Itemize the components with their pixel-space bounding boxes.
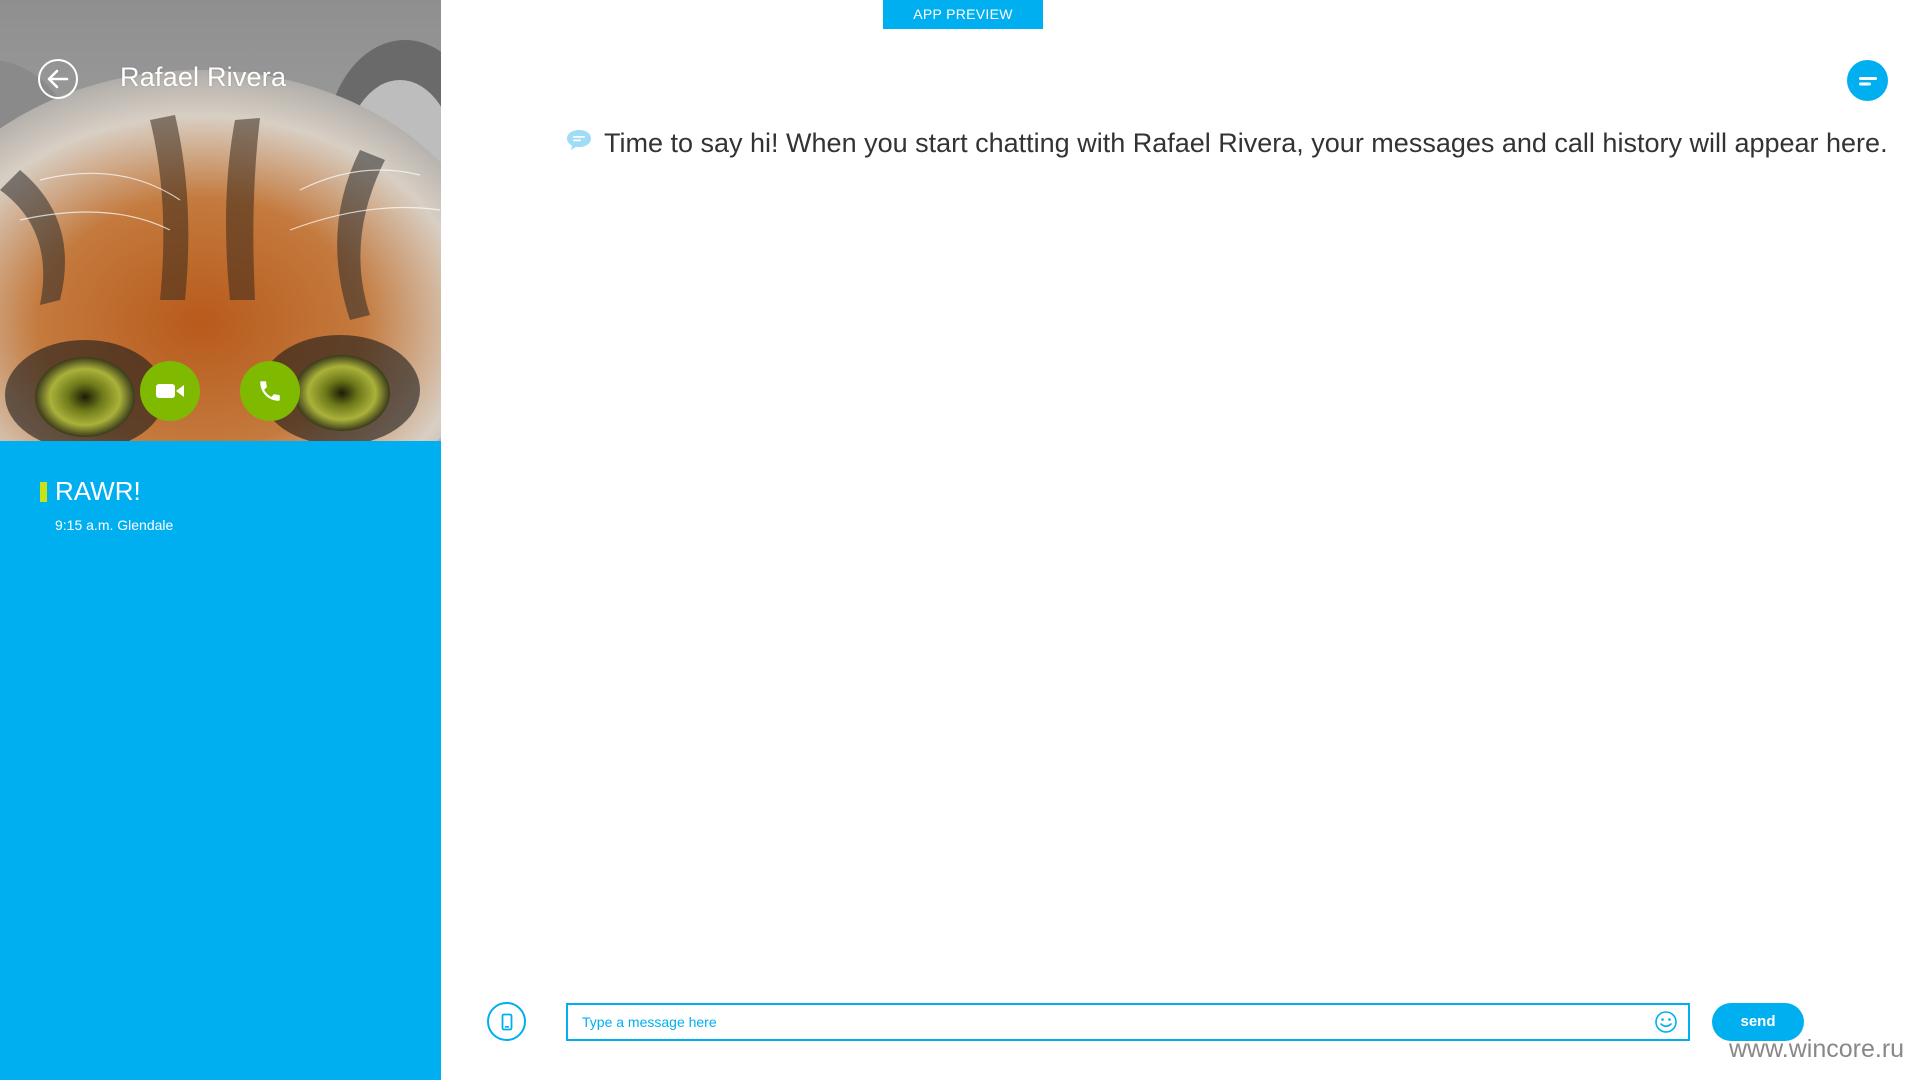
empty-conversation-message: Time to say hi! When you start chatting … [604, 128, 1888, 158]
voice-call-button[interactable] [240, 361, 300, 421]
message-input[interactable] [568, 1005, 1638, 1039]
skype-app-window: Rafael Rivera RAWR! 9:15 a.m. Glendale A… [0, 0, 1920, 1080]
chat-bubble-icon [567, 130, 591, 150]
watermark: www.wincore.ru [1729, 1035, 1905, 1063]
conversation-empty-state: Time to say hi! When you start chatting … [566, 126, 1888, 160]
contact-panel: Rafael Rivera RAWR! 9:15 a.m. Glendale [0, 0, 441, 1080]
smiley-icon[interactable] [1654, 1010, 1678, 1034]
menu-icon [1858, 76, 1877, 85]
video-camera-icon [156, 384, 184, 398]
back-button[interactable] [38, 59, 78, 99]
contact-name: Rafael Rivera [120, 62, 287, 92]
presence-indicator [40, 482, 47, 502]
mobile-phone-icon [501, 1013, 512, 1030]
message-composer [566, 1003, 1690, 1041]
phone-icon [260, 381, 280, 401]
menu-button[interactable] [1847, 60, 1888, 101]
mood-message: RAWR! [55, 476, 141, 506]
sms-toggle-button[interactable] [487, 1002, 526, 1041]
arrow-left-icon [47, 69, 69, 89]
contact-local-time: 9:15 a.m. Glendale [55, 517, 174, 533]
app-preview-badge: APP PREVIEW [883, 0, 1043, 29]
video-call-button[interactable] [140, 361, 200, 421]
